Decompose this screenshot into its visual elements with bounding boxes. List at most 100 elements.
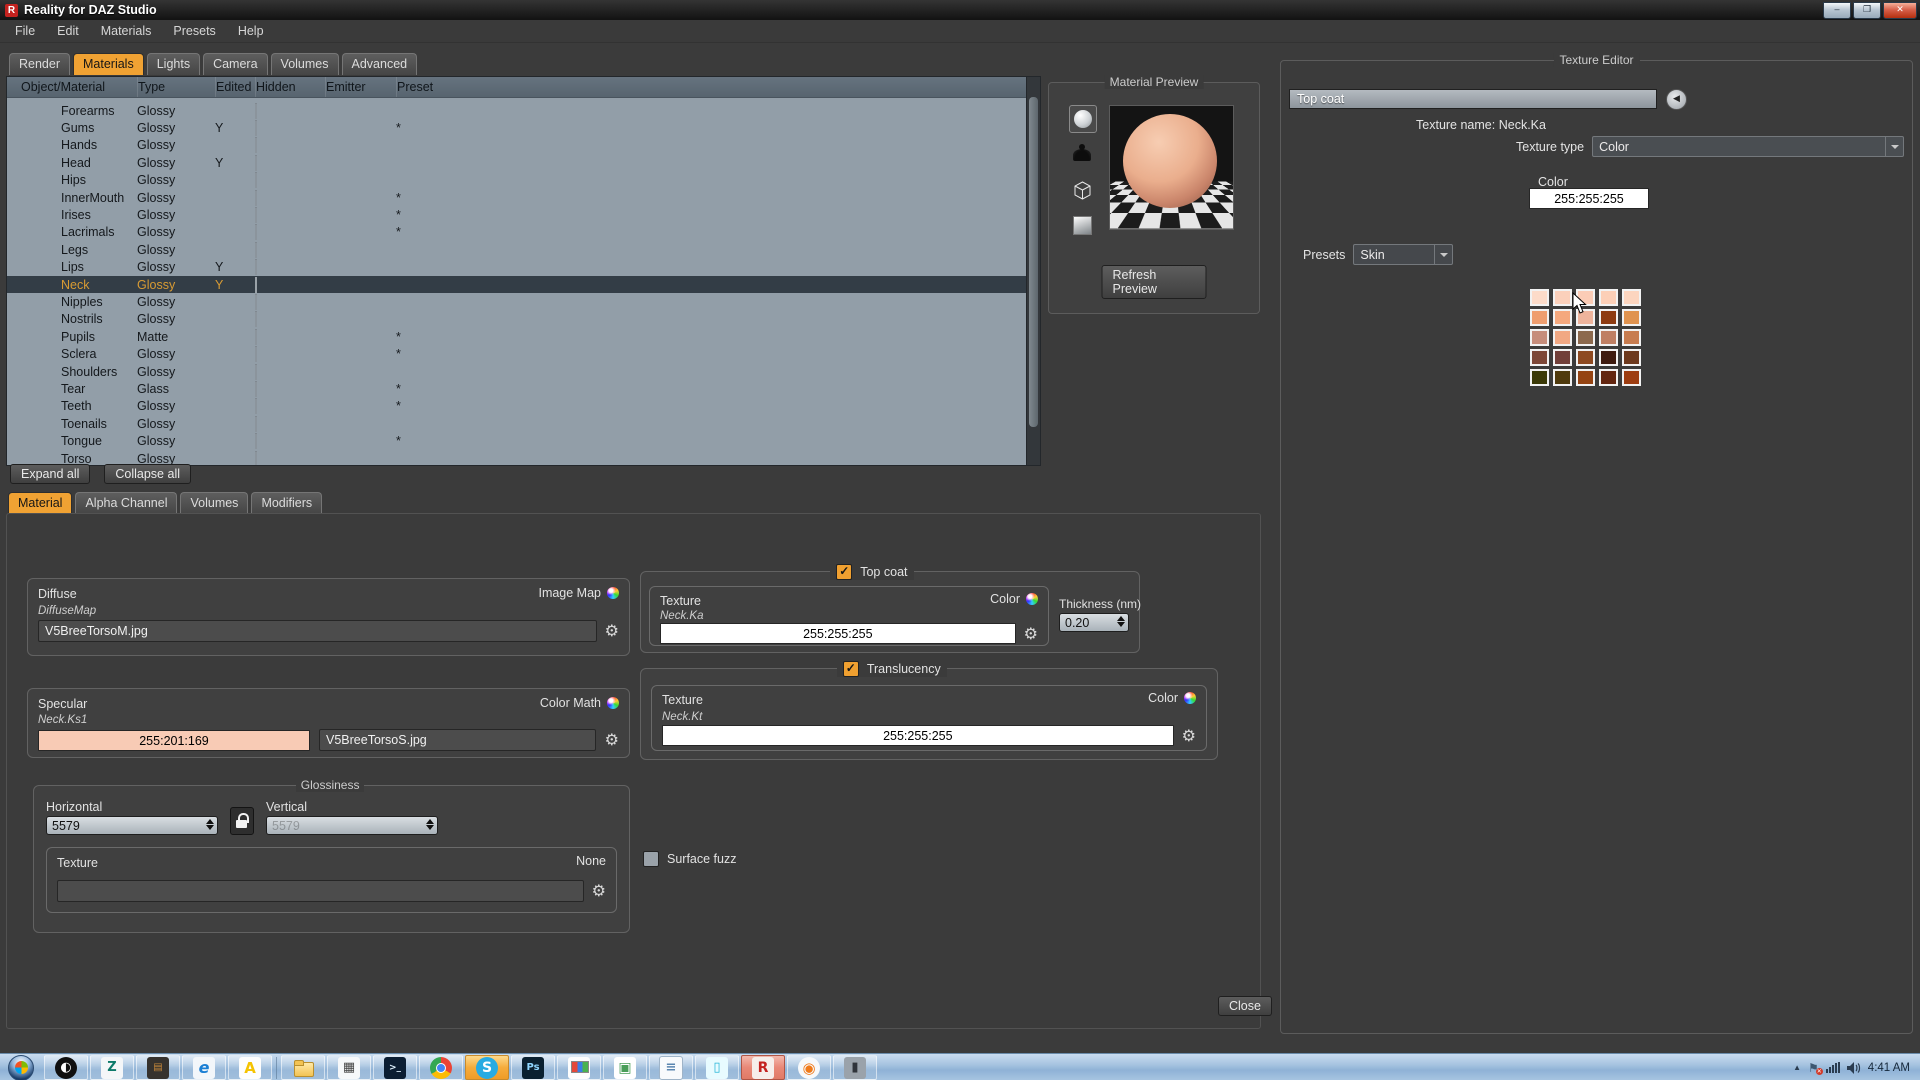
tab-render[interactable]: Render [9,53,70,75]
top-coat-mode-selector[interactable]: Color [990,592,1038,606]
hidden-checkbox[interactable] [255,416,257,432]
skin-swatch-12[interactable] [1553,329,1572,346]
table-row-nostrils[interactable]: NostrilsGlossy [7,311,1026,328]
skin-swatch-13[interactable] [1576,329,1595,346]
hidden-checkbox[interactable] [255,155,257,171]
glossiness-gear-button[interactable]: ⚙ [592,883,606,899]
skin-swatch-7[interactable] [1553,309,1572,326]
table-row-forearms[interactable]: ForearmsGlossy [7,102,1026,119]
skin-swatch-19[interactable] [1599,349,1618,366]
clock[interactable]: 4:41 AM [1868,1062,1910,1074]
skin-swatch-17[interactable] [1553,349,1572,366]
table-row-pupils[interactable]: PupilsMatte* [7,328,1026,345]
skin-swatch-21[interactable] [1530,369,1549,386]
skin-swatch-24[interactable] [1599,369,1618,386]
top-coat-gear-button[interactable]: ⚙ [1024,626,1038,642]
skype-taskbar-button[interactable]: S [465,1055,509,1080]
app-z-taskbar-button[interactable]: Z [90,1055,134,1080]
chrome-taskbar-button[interactable] [419,1055,463,1080]
hidden-checkbox[interactable] [255,103,257,119]
preview-figure-button[interactable] [1069,142,1095,168]
column-header-object-material[interactable]: Object/Material [21,77,137,97]
translucency-mode-selector[interactable]: Color [1148,691,1196,705]
refresh-preview-button[interactable]: Refresh Preview [1102,265,1207,299]
close-window-button[interactable]: ✕ [1883,2,1917,19]
reality-taskbar-button[interactable]: R [741,1055,785,1080]
hidden-checkbox[interactable] [255,381,257,397]
hidden-checkbox[interactable] [255,190,257,206]
preview-sphere-button[interactable] [1069,105,1097,133]
media-player-taskbar-button[interactable]: ◉ [787,1055,831,1080]
menu-file[interactable]: File [4,22,46,40]
hidden-checkbox[interactable] [255,137,257,153]
table-row-sclera[interactable]: ScleraGlossy* [7,345,1026,362]
skin-swatch-20[interactable] [1622,349,1641,366]
vertical-glossiness-spinner[interactable]: 5579 [266,816,438,835]
translucency-gear-button[interactable]: ⚙ [1182,728,1196,744]
texture-type-dropdown[interactable]: Color [1592,136,1904,157]
tab-volumes[interactable]: Volumes [180,492,248,514]
skin-swatch-9[interactable] [1599,309,1618,326]
obs-taskbar-button[interactable]: ◐ [44,1055,88,1080]
table-row-neck[interactable]: NeckGlossyY [7,276,1026,293]
tab-advanced[interactable]: Advanced [342,53,418,75]
presets-dropdown[interactable]: Skin [1353,244,1453,265]
hidden-checkbox[interactable] [255,311,257,327]
hidden-checkbox[interactable] [255,346,257,362]
skin-swatch-25[interactable] [1622,369,1641,386]
skin-swatch-15[interactable] [1622,329,1641,346]
column-header-edited[interactable]: Edited [215,77,255,97]
action-center-flag-icon[interactable]: ⚑✕ [1808,1061,1819,1075]
volume-icon[interactable] [1847,1062,1861,1074]
skin-swatch-6[interactable] [1530,309,1549,326]
skin-swatch-16[interactable] [1530,349,1549,366]
hidden-checkbox[interactable] [255,433,257,449]
back-button[interactable]: ◀ [1666,89,1687,110]
table-row-tongue[interactable]: TongueGlossy* [7,432,1026,449]
skin-swatch-5[interactable] [1622,289,1641,306]
close-button[interactable]: Close [1218,996,1272,1016]
table-row-toenails[interactable]: ToenailsGlossy [7,415,1026,432]
preview-plane-button[interactable] [1069,212,1095,238]
hidden-checkbox[interactable] [255,224,257,240]
specular-map-field[interactable]: V5BreeTorsoS.jpg [319,729,596,751]
skin-swatch-11[interactable] [1530,329,1549,346]
hidden-checkbox[interactable] [255,364,257,380]
diffuse-mode-selector[interactable]: Image Map [538,586,619,600]
menu-help[interactable]: Help [227,22,275,40]
skin-swatch-1[interactable] [1530,289,1549,306]
column-header-preset[interactable]: Preset [396,77,1026,97]
column-header-hidden[interactable]: Hidden [255,77,325,97]
tab-lights[interactable]: Lights [147,53,200,75]
table-row-legs[interactable]: LegsGlossy [7,241,1026,258]
menu-edit[interactable]: Edit [46,22,90,40]
skin-swatch-23[interactable] [1576,369,1595,386]
tab-modifiers[interactable]: Modifiers [251,492,322,514]
tab-volumes[interactable]: Volumes [271,53,339,75]
hidden-checkbox[interactable] [255,172,257,188]
column-header-emitter[interactable]: Emitter [325,77,396,97]
tab-alpha-channel[interactable]: Alpha Channel [75,492,177,514]
color-value-input[interactable]: 255:255:255 [1529,188,1649,209]
internet-explorer-taskbar-button[interactable]: e [182,1055,226,1080]
table-row-gums[interactable]: GumsGlossyY* [7,119,1026,136]
specular-mode-selector[interactable]: Color Math [540,696,619,710]
photoshop-taskbar-button[interactable]: Ps [511,1055,555,1080]
translucency-checkbox[interactable]: ✓ [843,661,859,677]
preview-cube-button[interactable] [1069,177,1095,203]
top-coat-color-field[interactable]: 255:255:255 [660,623,1016,644]
hidden-checkbox[interactable] [255,207,257,223]
phone-app-taskbar-button[interactable]: ▯ [695,1055,739,1080]
windows-explorer-taskbar-button[interactable] [281,1055,325,1080]
texture-breadcrumb[interactable]: Top coat [1289,89,1657,109]
table-row-irises[interactable]: IrisesGlossy* [7,206,1026,223]
powershell-taskbar-button[interactable]: >_ [373,1055,417,1080]
menu-presets[interactable]: Presets [162,22,226,40]
lock-hv-button[interactable] [230,807,254,835]
skin-swatch-2[interactable] [1553,289,1572,306]
tab-materials[interactable]: Materials [73,53,144,75]
collapse-all-button[interactable]: Collapse all [104,464,191,484]
skin-swatch-10[interactable] [1622,309,1641,326]
scrollbar-thumb[interactable] [1029,97,1038,427]
paint-taskbar-button[interactable] [557,1055,601,1080]
